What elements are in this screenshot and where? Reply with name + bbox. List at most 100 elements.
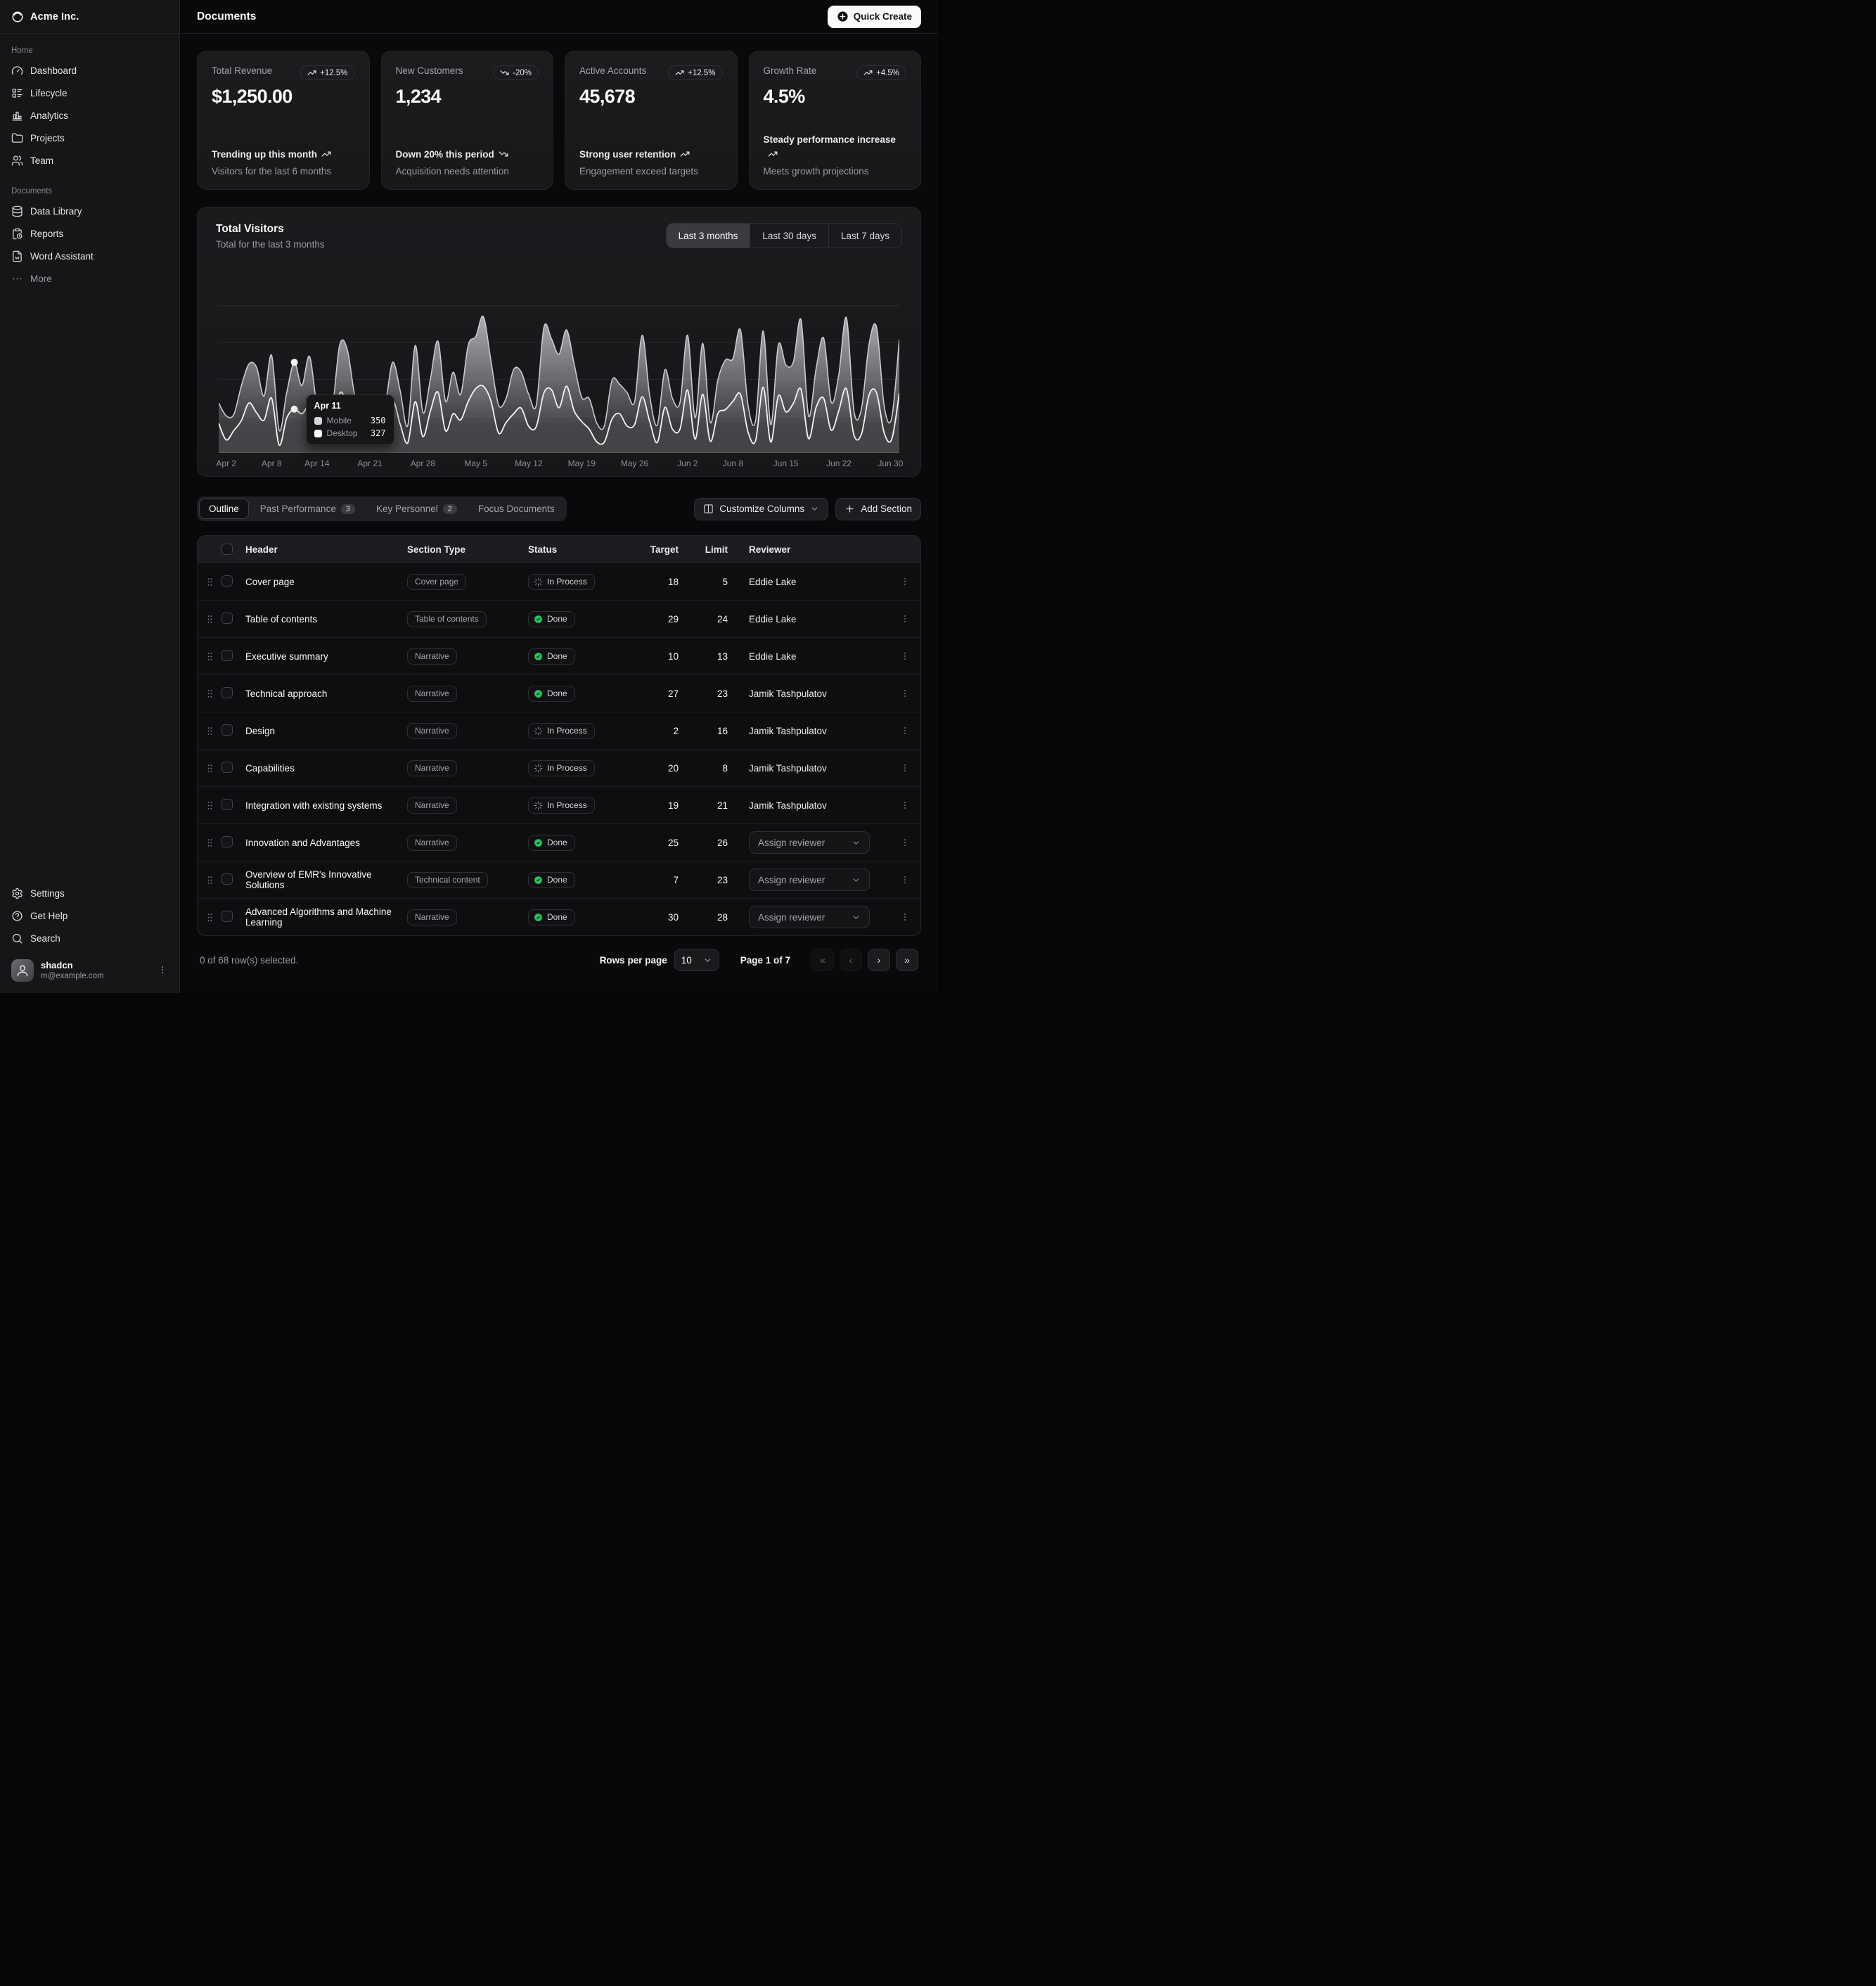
target-cell[interactable]: 20 [635,763,681,774]
sidebar-item-more[interactable]: More [6,267,174,290]
row-checkbox[interactable] [221,836,233,847]
drag-handle[interactable] [198,875,221,885]
sidebar-header[interactable]: Acme Inc. [0,0,179,34]
row-header-cell[interactable]: Advanced Algorithms and Machine Learning [245,906,407,928]
table-row[interactable]: Table of contentsTable of contentsDone29… [198,600,920,637]
drag-handle[interactable] [198,614,221,624]
select-all-checkbox[interactable] [221,544,233,555]
row-header-cell[interactable]: Technical approach [245,688,407,699]
drag-handle[interactable] [198,912,221,923]
row-actions-button[interactable] [889,651,920,662]
sidebar-item-word-assistant[interactable]: Word Assistant [6,245,174,267]
sidebar-item-lifecycle[interactable]: Lifecycle [6,82,174,104]
row-header-cell[interactable]: Table of contents [245,614,407,624]
table-row[interactable]: DesignNarrativeIn Process216Jamik Tashpu… [198,712,920,749]
row-checkbox[interactable] [221,613,233,624]
row-actions-button[interactable] [889,725,920,736]
sidebar-item-settings[interactable]: Settings [6,882,174,904]
row-header-cell[interactable]: Innovation and Advantages [245,838,407,848]
assign-reviewer-select[interactable]: Assign reviewer [749,906,870,928]
limit-cell[interactable]: 21 [681,800,731,811]
row-actions-button[interactable] [889,613,920,624]
row-checkbox[interactable] [221,724,233,736]
sidebar-item-search[interactable]: Search [6,927,174,949]
quick-create-button[interactable]: Quick Create [828,6,921,28]
limit-cell[interactable]: 5 [681,577,731,587]
tab-key-personnel[interactable]: Key Personnel2 [366,499,467,519]
row-checkbox[interactable] [221,873,233,885]
drag-handle[interactable] [198,763,221,774]
row-actions-button[interactable] [889,874,920,885]
row-checkbox[interactable] [221,799,233,810]
table-row[interactable]: Advanced Algorithms and Machine Learning… [198,898,920,935]
row-checkbox[interactable] [221,650,233,661]
range-last-3-months[interactable]: Last 3 months [667,224,750,248]
row-actions-button[interactable] [889,762,920,774]
drag-handle[interactable] [198,838,221,848]
target-cell[interactable]: 30 [635,912,681,923]
user-menu[interactable]: shadcn m@example.com [6,955,174,986]
table-row[interactable]: CapabilitiesNarrativeIn Process208Jamik … [198,749,920,786]
add-section-button[interactable]: Add Section [835,498,921,520]
row-header-cell[interactable]: Integration with existing systems [245,800,407,811]
assign-reviewer-select[interactable]: Assign reviewer [749,831,870,854]
drag-handle[interactable] [198,688,221,699]
last-page-button[interactable]: » [896,949,918,971]
sidebar-item-data-library[interactable]: Data Library [6,200,174,222]
sidebar-item-team[interactable]: Team [6,149,174,172]
drag-handle[interactable] [198,577,221,587]
target-cell[interactable]: 19 [635,800,681,811]
row-actions-button[interactable] [889,911,920,923]
target-cell[interactable]: 2 [635,726,681,736]
row-actions-button[interactable] [889,800,920,811]
sidebar-item-dashboard[interactable]: Dashboard [6,59,174,82]
sidebar-item-projects[interactable]: Projects [6,127,174,149]
limit-cell[interactable]: 24 [681,614,731,624]
limit-cell[interactable]: 13 [681,651,731,662]
row-checkbox[interactable] [221,911,233,922]
limit-cell[interactable]: 8 [681,763,731,774]
prev-page-button[interactable]: ‹ [840,949,862,971]
drag-handle[interactable] [198,800,221,811]
row-header-cell[interactable]: Executive summary [245,651,407,662]
table-row[interactable]: Cover pageCover pageIn Process185Eddie L… [198,563,920,600]
row-header-cell[interactable]: Cover page [245,577,407,587]
drag-handle[interactable] [198,726,221,736]
row-checkbox[interactable] [221,575,233,587]
target-cell[interactable]: 29 [635,614,681,624]
row-checkbox[interactable] [221,762,233,773]
limit-cell[interactable]: 28 [681,912,731,923]
target-cell[interactable]: 25 [635,838,681,848]
row-checkbox[interactable] [221,687,233,698]
row-actions-button[interactable] [889,576,920,587]
rows-per-page-select[interactable]: 10 [674,949,719,971]
next-page-button[interactable]: › [868,949,890,971]
row-header-cell[interactable]: Overview of EMR's Innovative Solutions [245,869,407,890]
limit-cell[interactable]: 23 [681,875,731,885]
target-cell[interactable]: 27 [635,688,681,699]
area-chart[interactable]: Apr 11Mobile350Desktop327 [219,302,899,453]
target-cell[interactable]: 18 [635,577,681,587]
target-cell[interactable]: 7 [635,875,681,885]
sidebar-item-reports[interactable]: Reports [6,222,174,245]
limit-cell[interactable]: 16 [681,726,731,736]
table-row[interactable]: Executive summaryNarrativeDone1013Eddie … [198,637,920,674]
first-page-button[interactable]: « [811,949,834,971]
tab-outline[interactable]: Outline [199,499,249,519]
tab-focus-documents[interactable]: Focus Documents [468,499,565,519]
limit-cell[interactable]: 23 [681,688,731,699]
row-header-cell[interactable]: Design [245,726,407,736]
drag-handle[interactable] [198,651,221,662]
limit-cell[interactable]: 26 [681,838,731,848]
row-actions-button[interactable] [889,837,920,848]
customize-columns-button[interactable]: Customize Columns [694,498,828,520]
table-row[interactable]: Technical approachNarrativeDone2723Jamik… [198,674,920,712]
sidebar-item-get-help[interactable]: Get Help [6,904,174,927]
sidebar-item-analytics[interactable]: Analytics [6,104,174,127]
range-last-30-days[interactable]: Last 30 days [750,224,828,248]
table-row[interactable]: Integration with existing systemsNarrati… [198,786,920,824]
table-row[interactable]: Overview of EMR's Innovative SolutionsTe… [198,861,920,898]
row-actions-button[interactable] [889,688,920,699]
range-last-7-days[interactable]: Last 7 days [828,224,901,248]
table-row[interactable]: Innovation and AdvantagesNarrativeDone25… [198,824,920,861]
